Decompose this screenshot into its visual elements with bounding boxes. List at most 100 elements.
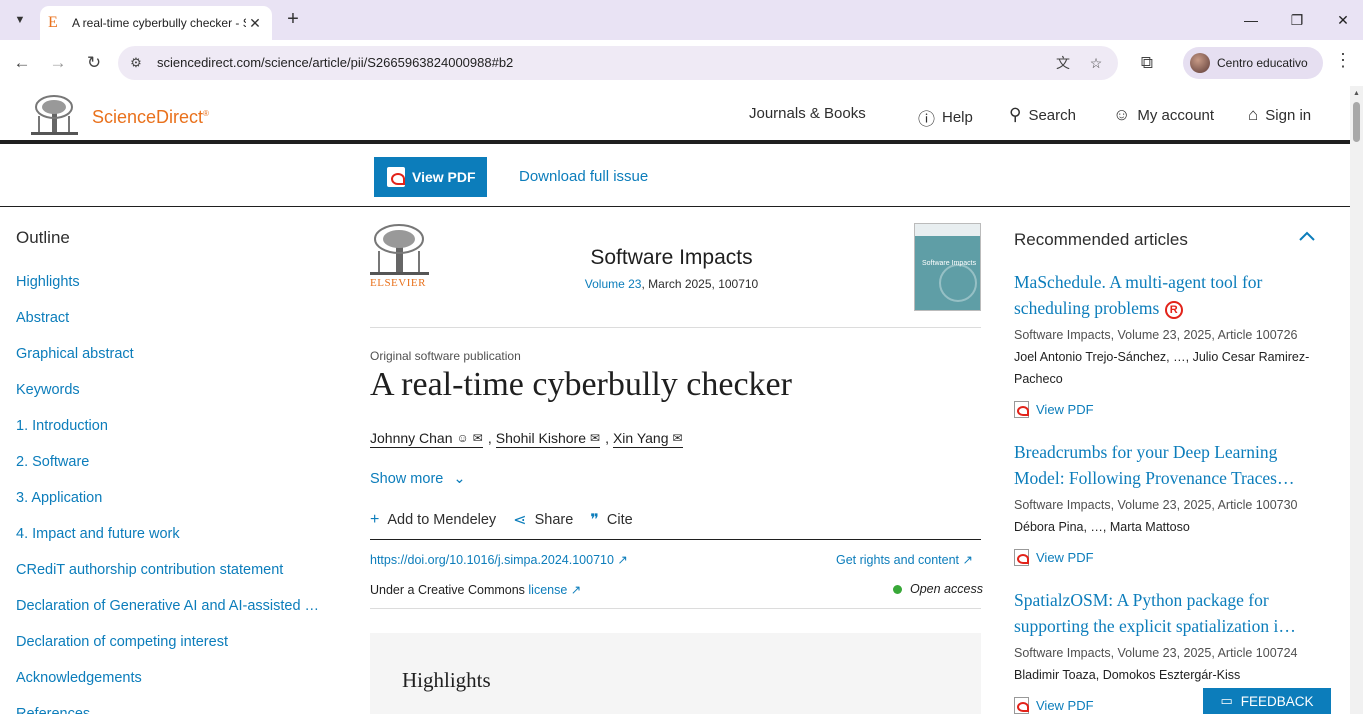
download-full-issue-link[interactable]: Download full issue: [519, 168, 648, 185]
scroll-thumb[interactable]: [1353, 102, 1360, 142]
profile-button[interactable]: Centro educativo: [1183, 47, 1323, 79]
window-close-icon[interactable]: ✕: [1328, 8, 1358, 32]
journal-issue-info: Volume 23, March 2025, 100710: [584, 277, 759, 291]
recommended-article-title[interactable]: Breadcrumbs for your Deep Learning Model…: [1014, 439, 1324, 491]
outline-item-competing-interest[interactable]: Declaration of competing interest: [16, 634, 228, 650]
outline-item-impact[interactable]: 4. Impact and future work: [16, 526, 180, 542]
search-icon: ⚲: [1009, 105, 1022, 124]
page-scrollbar[interactable]: ▲: [1350, 86, 1363, 714]
outline-item-generative-ai[interactable]: Declaration of Generative AI and AI-assi…: [16, 598, 319, 614]
outline-item-introduction[interactable]: 1. Introduction: [16, 418, 108, 434]
outline-item-abstract[interactable]: Abstract: [16, 310, 69, 326]
show-more-button[interactable]: Show more ⌄: [370, 471, 466, 487]
help-link[interactable]: ⓘ Help: [918, 105, 973, 130]
outline-item-credit[interactable]: CRediT authorship contribution statement: [16, 562, 283, 578]
search-link[interactable]: ⚲ Search: [1009, 105, 1076, 125]
pdf-icon: [1014, 401, 1029, 418]
recommended-article-authors: Joel Antonio Trejo-Sánchez, …, Julio Ces…: [1014, 350, 1310, 386]
recommended-article-meta: Software Impacts, Volume 23, 2025, Artic…: [1014, 328, 1298, 342]
profile-label: Centro educativo: [1217, 56, 1308, 70]
feedback-button[interactable]: ▭ FEEDBACK: [1203, 688, 1331, 714]
browser-menu-icon[interactable]: ⋮: [1334, 50, 1352, 71]
sign-in-link[interactable]: ⌂ Sign in: [1248, 105, 1311, 125]
share-icon: ⋖: [513, 512, 527, 529]
recommended-article-title[interactable]: MaSchedule. A multi-agent tool for sched…: [1014, 269, 1324, 321]
site-info-icon[interactable]: ⚙: [126, 53, 146, 73]
retraction-badge-icon: R: [1164, 300, 1183, 319]
minimize-icon[interactable]: —: [1236, 8, 1266, 32]
site-header: ScienceDirect® Journals & Books ⓘ Help ⚲ S…: [0, 86, 1350, 144]
maximize-icon[interactable]: ❐: [1282, 8, 1312, 32]
outline-item-graphical-abstract[interactable]: Graphical abstract: [16, 346, 134, 362]
share-button[interactable]: ⋖ Share: [513, 510, 573, 530]
forward-icon[interactable]: →: [44, 50, 72, 76]
author-link[interactable]: Xin Yang ✉: [612, 430, 683, 448]
mail-icon: ✉: [590, 431, 601, 445]
browser-toolbar: ← → ↻ ⚙ sciencedirect.com/science/articl…: [0, 40, 1363, 86]
meta-divider: [370, 608, 981, 609]
chevron-up-icon[interactable]: [1296, 226, 1318, 248]
header-divider: [370, 327, 981, 328]
elsevier-tree-logo-icon[interactable]: [31, 94, 78, 136]
outline-item-highlights[interactable]: Highlights: [16, 274, 80, 290]
scroll-up-icon[interactable]: ▲: [1353, 90, 1360, 97]
doi-link[interactable]: https://doi.org/10.1016/j.simpa.2024.100…: [370, 552, 628, 567]
outline-item-acknowledgements[interactable]: Acknowledgements: [16, 670, 142, 686]
recommended-view-pdf-link[interactable]: View PDF: [1014, 549, 1094, 566]
elsevier-wordmark: ELSEVIER: [370, 277, 426, 289]
reload-icon[interactable]: ↻: [80, 50, 108, 76]
mail-icon: ✉: [472, 431, 483, 445]
journal-title[interactable]: Software Impacts: [500, 246, 843, 270]
new-tab-icon[interactable]: +: [282, 8, 304, 31]
view-pdf-button[interactable]: View PDF: [374, 157, 487, 197]
elsevier-publisher-logo-icon[interactable]: [370, 223, 429, 276]
recommended-view-pdf-link[interactable]: View PDF: [1014, 697, 1094, 714]
journal-cover-image[interactable]: Software Impacts: [914, 223, 981, 311]
pdf-icon: [387, 167, 405, 187]
translate-icon[interactable]: 文: [1052, 52, 1074, 74]
recommended-article-meta: Software Impacts, Volume 23, 2025, Artic…: [1014, 498, 1298, 512]
tab-close-icon[interactable]: ✕: [246, 15, 264, 32]
bookmark-star-icon[interactable]: ☆: [1085, 52, 1107, 74]
extensions-icon[interactable]: ⧉: [1133, 50, 1161, 76]
back-icon[interactable]: ←: [8, 50, 36, 76]
browser-tab-active[interactable]: E A real-time cyberbully checker - Scien…: [40, 6, 272, 40]
add-to-mendeley-button[interactable]: + Add to Mendeley: [370, 510, 496, 530]
tab-title: A real-time cyberbully checker - Science…: [72, 16, 246, 30]
rights-link[interactable]: Get rights and content ↗: [836, 552, 973, 567]
author-link[interactable]: Johnny Chan ☺ ✉: [370, 430, 483, 448]
outline-item-references[interactable]: References: [16, 706, 90, 714]
recommended-article-title[interactable]: SpatialzOSM: A Python package for suppor…: [1014, 587, 1324, 639]
author-list: Johnny Chan ☺ ✉ , Shohil Kishore ✉ , Xin…: [370, 430, 683, 448]
recommended-article-authors: Débora Pina, …, Marta Mattoso: [1014, 520, 1190, 534]
browser-tab-bar: ▼ E A real-time cyberbully checker - Sci…: [0, 0, 1363, 40]
address-bar[interactable]: ⚙ sciencedirect.com/science/article/pii/…: [118, 46, 1118, 80]
open-access-badge: Open access: [893, 582, 983, 596]
outline-item-software[interactable]: 2. Software: [16, 454, 89, 470]
chevron-down-icon: ⌄: [453, 471, 466, 487]
pdf-icon: [1014, 697, 1029, 714]
license-link[interactable]: license ↗: [528, 583, 581, 597]
outline-item-application[interactable]: 3. Application: [16, 490, 102, 506]
recommended-article-authors: Bladimir Toaza, Domokos Esztergár-Kiss: [1014, 668, 1241, 682]
recommended-heading: Recommended articles: [1014, 230, 1188, 249]
author-link[interactable]: Shohil Kishore ✉: [495, 430, 601, 448]
mail-icon: ✉: [672, 431, 683, 445]
url-text[interactable]: sciencedirect.com/science/article/pii/S2…: [157, 55, 513, 70]
article-toolbar: View PDF Download full issue: [0, 147, 1350, 207]
outline-item-keywords[interactable]: Keywords: [16, 382, 80, 398]
elsevier-favicon-icon: E: [48, 14, 58, 31]
sciencedirect-logo[interactable]: ScienceDirect®: [92, 107, 209, 128]
cite-button[interactable]: ❞ Cite: [590, 510, 632, 530]
outline-heading: Outline: [16, 228, 70, 247]
pdf-icon: [1014, 549, 1029, 566]
recommended-article-meta: Software Impacts, Volume 23, 2025, Artic…: [1014, 646, 1298, 660]
tab-search-dropdown-icon[interactable]: ▼: [7, 8, 33, 32]
help-icon: ⓘ: [918, 110, 935, 129]
article-actions: + Add to Mendeley ⋖ Share ❞ Cite: [370, 510, 650, 530]
my-account-link[interactable]: ☺ My account: [1113, 105, 1214, 125]
chat-bubble-icon: ▭: [1220, 693, 1233, 708]
journals-books-link[interactable]: Journals & Books: [749, 105, 866, 122]
volume-link[interactable]: Volume 23: [585, 277, 642, 291]
recommended-view-pdf-link[interactable]: View PDF: [1014, 401, 1094, 418]
